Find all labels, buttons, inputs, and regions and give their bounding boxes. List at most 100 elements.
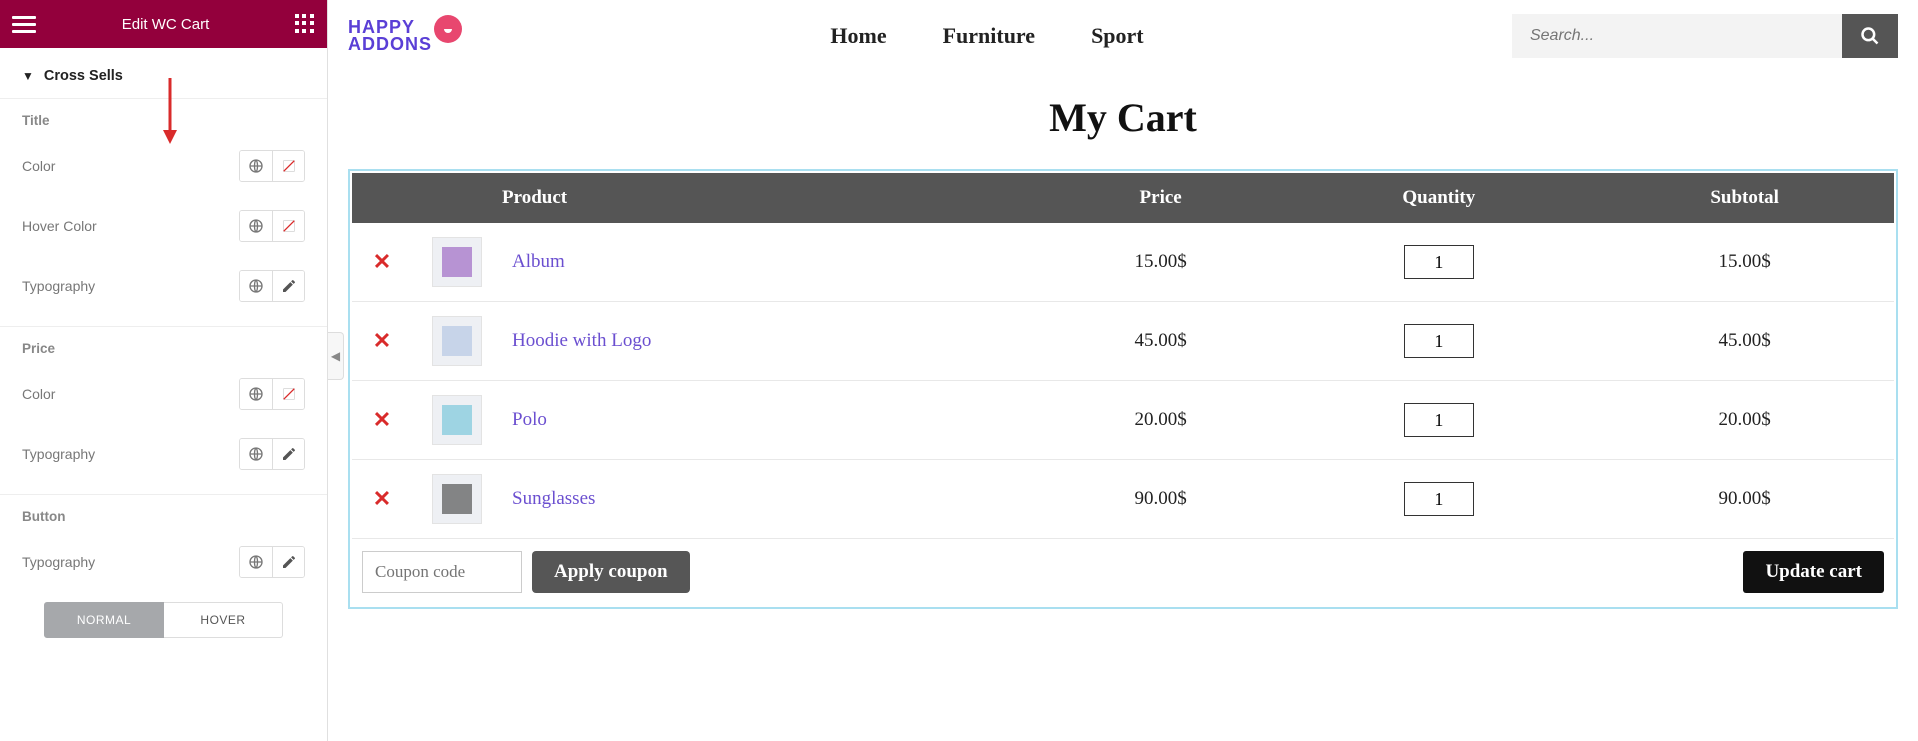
control-price-typography: Typography bbox=[22, 428, 305, 488]
table-header-row: Product Price Quantity Subtotal bbox=[352, 173, 1894, 223]
logo[interactable]: HAPPY ADDONS bbox=[348, 19, 462, 53]
state-tabs: NORMAL HOVER bbox=[22, 602, 305, 638]
cart-container: Product Price Quantity Subtotal ✕ Album … bbox=[348, 169, 1898, 609]
header-quantity: Quantity bbox=[1282, 173, 1595, 223]
coupon-area: Apply coupon bbox=[362, 551, 690, 593]
control-buttons bbox=[239, 438, 305, 470]
quantity-input[interactable] bbox=[1404, 245, 1474, 279]
control-price-color: Color bbox=[22, 368, 305, 428]
control-label: Color bbox=[22, 386, 55, 402]
update-cart-button[interactable]: Update cart bbox=[1743, 551, 1884, 593]
table-row: ✕ Polo 20.00$ 20.00$ bbox=[352, 381, 1894, 460]
product-thumbnail[interactable] bbox=[432, 474, 482, 524]
hamburger-icon[interactable] bbox=[12, 12, 36, 36]
product-thumbnail[interactable] bbox=[432, 237, 482, 287]
group-button: Button Typography NORMAL HOVER bbox=[0, 495, 327, 644]
control-title-hover-color: Hover Color bbox=[22, 200, 305, 260]
cell-subtotal: 15.00$ bbox=[1595, 223, 1894, 302]
pencil-icon[interactable] bbox=[272, 271, 304, 301]
search-icon bbox=[1860, 26, 1880, 46]
control-button-typography: Typography bbox=[22, 536, 305, 596]
product-thumbnail[interactable] bbox=[432, 395, 482, 445]
control-label: Typography bbox=[22, 554, 95, 570]
product-link[interactable]: Hoodie with Logo bbox=[512, 330, 651, 351]
cell-subtotal: 45.00$ bbox=[1595, 302, 1894, 381]
group-heading: Button bbox=[22, 509, 305, 524]
header-subtotal: Subtotal bbox=[1595, 173, 1894, 223]
remove-item-icon[interactable]: ✕ bbox=[373, 328, 391, 353]
cart-table: Product Price Quantity Subtotal ✕ Album … bbox=[352, 173, 1894, 538]
remove-item-icon[interactable]: ✕ bbox=[373, 249, 391, 274]
cart-actions: Apply coupon Update cart bbox=[352, 538, 1894, 605]
remove-item-icon[interactable]: ✕ bbox=[373, 407, 391, 432]
nav-furniture[interactable]: Furniture bbox=[943, 23, 1035, 49]
control-buttons bbox=[239, 378, 305, 410]
control-title-color: Color bbox=[22, 140, 305, 200]
table-row: ✕ Hoodie with Logo 45.00$ 45.00$ bbox=[352, 302, 1894, 381]
cell-price: 20.00$ bbox=[1039, 381, 1282, 460]
globe-icon[interactable] bbox=[240, 547, 272, 577]
table-row: ✕ Sunglasses 90.00$ 90.00$ bbox=[352, 460, 1894, 539]
product-link[interactable]: Album bbox=[512, 251, 565, 272]
product-link[interactable]: Polo bbox=[512, 409, 547, 430]
group-heading: Title bbox=[22, 113, 305, 128]
sidebar-header: Edit WC Cart bbox=[0, 0, 327, 48]
control-buttons bbox=[239, 546, 305, 578]
header-product: Product bbox=[502, 173, 1039, 223]
logo-line2: ADDONS bbox=[348, 36, 432, 53]
pencil-icon[interactable] bbox=[272, 439, 304, 469]
control-title-typography: Typography bbox=[22, 260, 305, 320]
tab-normal[interactable]: NORMAL bbox=[44, 602, 164, 638]
page-title: My Cart bbox=[348, 94, 1898, 141]
quantity-input[interactable] bbox=[1404, 403, 1474, 437]
cell-subtotal: 20.00$ bbox=[1595, 381, 1894, 460]
search-button[interactable] bbox=[1842, 14, 1898, 58]
color-swatch-icon[interactable] bbox=[272, 379, 304, 409]
pencil-icon[interactable] bbox=[272, 547, 304, 577]
cell-subtotal: 90.00$ bbox=[1595, 460, 1894, 539]
search-input[interactable] bbox=[1512, 14, 1842, 58]
control-buttons bbox=[239, 150, 305, 182]
apps-grid-icon[interactable] bbox=[295, 14, 315, 34]
group-title: Title Color Hover Color Typography bbox=[0, 99, 327, 327]
section-label: Cross Sells bbox=[44, 68, 123, 84]
control-label: Hover Color bbox=[22, 218, 97, 234]
apply-coupon-button[interactable]: Apply coupon bbox=[532, 551, 690, 593]
editor-sidebar: Edit WC Cart ▼ Cross Sells Title Color H… bbox=[0, 0, 328, 741]
remove-item-icon[interactable]: ✕ bbox=[373, 486, 391, 511]
group-heading: Price bbox=[22, 341, 305, 356]
control-label: Typography bbox=[22, 278, 95, 294]
control-buttons bbox=[239, 270, 305, 302]
caret-down-icon: ▼ bbox=[22, 69, 34, 83]
sidebar-title: Edit WC Cart bbox=[122, 16, 210, 33]
nav-home[interactable]: Home bbox=[830, 23, 886, 49]
coupon-input[interactable] bbox=[362, 551, 522, 593]
group-price: Price Color Typography bbox=[0, 327, 327, 495]
table-row: ✕ Album 15.00$ 15.00$ bbox=[352, 223, 1894, 302]
cell-price: 45.00$ bbox=[1039, 302, 1282, 381]
main-nav: Home Furniture Sport bbox=[830, 23, 1143, 49]
globe-icon[interactable] bbox=[240, 439, 272, 469]
control-label: Color bbox=[22, 158, 55, 174]
main-preview: HAPPY ADDONS Home Furniture Sport My Car… bbox=[328, 0, 1918, 741]
control-label: Typography bbox=[22, 446, 95, 462]
quantity-input[interactable] bbox=[1404, 324, 1474, 358]
color-swatch-icon[interactable] bbox=[272, 211, 304, 241]
search-bar bbox=[1512, 14, 1898, 58]
globe-icon[interactable] bbox=[240, 271, 272, 301]
product-link[interactable]: Sunglasses bbox=[512, 488, 595, 509]
quantity-input[interactable] bbox=[1404, 482, 1474, 516]
header-price: Price bbox=[1039, 173, 1282, 223]
product-thumbnail[interactable] bbox=[432, 316, 482, 366]
section-toggle-cross-sells[interactable]: ▼ Cross Sells bbox=[0, 48, 327, 99]
topbar: HAPPY ADDONS Home Furniture Sport bbox=[348, 0, 1898, 72]
color-swatch-icon[interactable] bbox=[272, 151, 304, 181]
control-buttons bbox=[239, 210, 305, 242]
globe-icon[interactable] bbox=[240, 151, 272, 181]
cell-price: 90.00$ bbox=[1039, 460, 1282, 539]
logo-face-icon bbox=[434, 15, 462, 43]
globe-icon[interactable] bbox=[240, 211, 272, 241]
globe-icon[interactable] bbox=[240, 379, 272, 409]
nav-sport[interactable]: Sport bbox=[1091, 23, 1144, 49]
tab-hover[interactable]: HOVER bbox=[164, 602, 283, 638]
